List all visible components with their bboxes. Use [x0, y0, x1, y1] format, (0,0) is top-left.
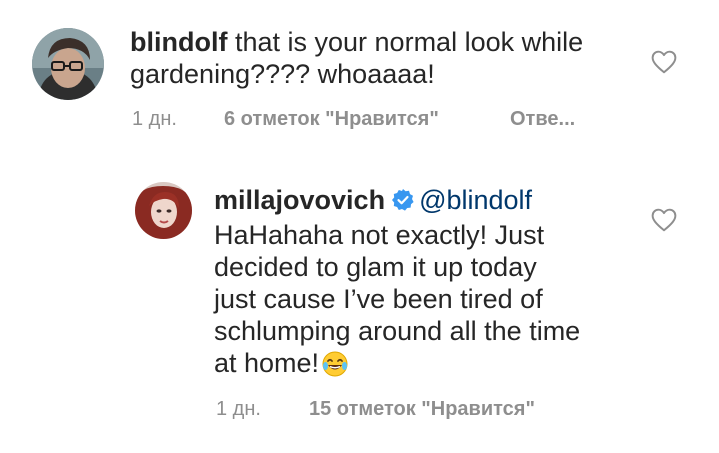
mention-link[interactable]: @blindolf	[419, 185, 532, 215]
comment-meta: 1 дн. 6 отметок "Нравится" Отве...	[132, 108, 602, 134]
comment-meta: 1 дн. 15 отметок "Нравится"	[216, 398, 616, 424]
comment-text: millajovovich @blindolf HaHahaha not exac…	[214, 184, 644, 385]
timestamp: 1 дн.	[216, 398, 261, 420]
username[interactable]: blindolf	[130, 27, 227, 57]
timestamp: 1 дн.	[132, 108, 177, 130]
comment-line: schlumping around all the time	[214, 316, 581, 346]
reply-button[interactable]: Отве...	[510, 108, 575, 131]
avatar[interactable]	[32, 28, 104, 100]
comment-line: decided to glam it up today	[214, 252, 537, 282]
username[interactable]: millajovovich	[214, 185, 385, 215]
avatar[interactable]	[135, 182, 192, 239]
heart-icon[interactable]	[651, 50, 677, 79]
laughing-tears-emoji-icon	[321, 350, 349, 385]
comment-line: just cause I’ve been tired of	[214, 284, 543, 314]
comment-line: that is your normal look while	[234, 27, 584, 57]
comment-line: at home!	[214, 348, 320, 378]
comment-text: blindolf that is your normal look while …	[130, 26, 630, 90]
verified-badge-icon	[391, 187, 415, 219]
comment-line: gardening???? whoaaaa!	[130, 59, 435, 89]
likes-count[interactable]: 15 отметок "Нравится"	[309, 398, 535, 421]
comment-line: HaHahaha not exactly! Just	[214, 220, 545, 250]
likes-count[interactable]: 6 отметок "Нравится"	[224, 108, 439, 131]
heart-icon[interactable]	[651, 208, 677, 237]
